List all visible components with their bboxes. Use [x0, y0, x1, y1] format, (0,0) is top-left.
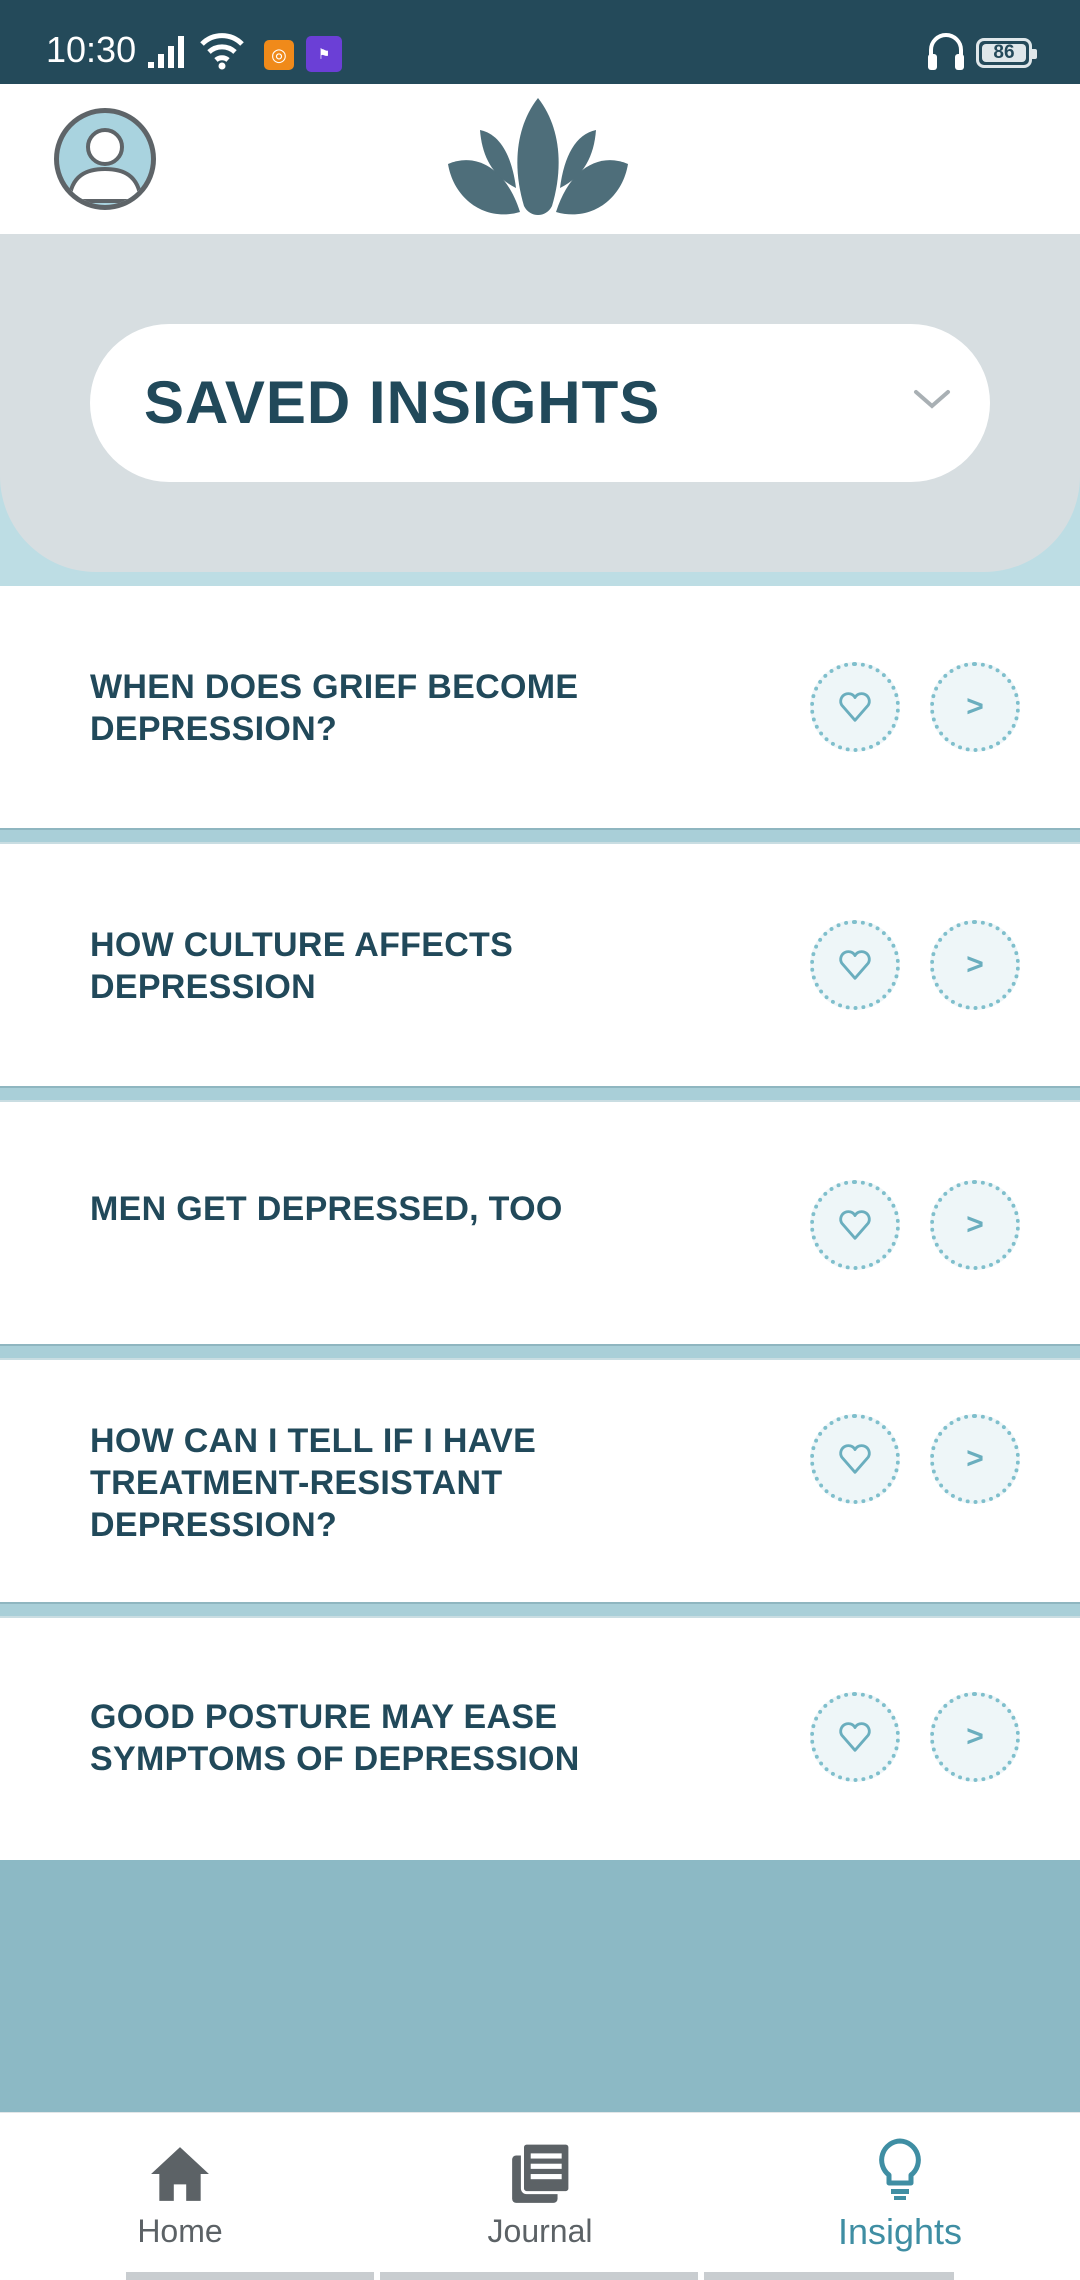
- favorite-button[interactable]: [810, 1414, 900, 1504]
- list-divider: [0, 1602, 1080, 1618]
- insight-title: GOOD POSTURE MAY EASE SYMPTOMS OF DEPRES…: [90, 1698, 580, 1778]
- battery-level: 86: [982, 43, 1026, 62]
- insight-title: MEN GET DEPRESSED, TOO: [90, 1190, 563, 1228]
- journal-icon: [512, 2141, 572, 2203]
- headset-icon: [928, 33, 964, 70]
- heart-icon: [839, 950, 871, 980]
- open-insight-button[interactable]: >: [930, 662, 1020, 752]
- app-notification-icon: ◎: [264, 40, 294, 70]
- chevron-right-icon: >: [966, 948, 984, 981]
- insight-title: HOW CAN I TELL IF I HAVE TREATMENT-RESIS…: [90, 1422, 537, 1544]
- open-insight-button[interactable]: >: [930, 920, 1020, 1010]
- status-time: 10:30: [46, 29, 137, 70]
- list-divider: [0, 1344, 1080, 1360]
- list-divider: [0, 1086, 1080, 1102]
- insight-card[interactable]: WHEN DOES GRIEF BECOME DEPRESSION? >: [0, 586, 1080, 828]
- nav-home-indicator: [126, 2272, 954, 2280]
- title-band: SAVED INSIGHTS: [0, 234, 1080, 586]
- favorite-button[interactable]: [810, 662, 900, 752]
- nav-label: Home: [137, 2213, 223, 2249]
- favorite-button[interactable]: [810, 1692, 900, 1782]
- lotus-logo-icon: [448, 98, 628, 215]
- insight-card[interactable]: HOW CAN I TELL IF I HAVE TREATMENT-RESIS…: [0, 1360, 1080, 1602]
- open-insight-button[interactable]: >: [930, 1414, 1020, 1504]
- chevron-down-icon: [914, 390, 950, 409]
- chevron-right-icon: >: [966, 1208, 984, 1241]
- section-dropdown[interactable]: SAVED INSIGHTS: [90, 324, 990, 482]
- bottom-nav: Home Journal Insights: [0, 2112, 1080, 2280]
- favorite-button[interactable]: [810, 920, 900, 1010]
- chevron-right-icon: >: [966, 1442, 984, 1475]
- lightbulb-icon: [879, 2138, 921, 2200]
- nav-item-insights[interactable]: Insights: [720, 2113, 1080, 2280]
- app-header: [0, 84, 1080, 234]
- dropdown-label: SAVED INSIGHTS: [144, 369, 661, 436]
- app-notification-icon: ⚑: [306, 36, 342, 72]
- app-screen: 10:30 ◎ ⚑ 86 SAVED INSIGHTS WHEN DOES GR…: [0, 0, 1080, 2280]
- nav-item-journal[interactable]: Journal: [360, 2113, 720, 2280]
- chevron-right-icon: >: [966, 690, 984, 723]
- favorite-button[interactable]: [810, 1180, 900, 1270]
- insights-list: WHEN DOES GRIEF BECOME DEPRESSION? > HOW…: [0, 586, 1080, 1860]
- insight-card[interactable]: GOOD POSTURE MAY EASE SYMPTOMS OF DEPRES…: [0, 1618, 1080, 1860]
- chevron-right-icon: >: [966, 1720, 984, 1753]
- open-insight-button[interactable]: >: [930, 1692, 1020, 1782]
- insight-card[interactable]: MEN GET DEPRESSED, TOO >: [0, 1102, 1080, 1344]
- list-footer-fill: [0, 1860, 1080, 2112]
- battery-icon: 86: [976, 38, 1037, 68]
- heart-icon: [839, 1444, 871, 1474]
- title-panel: SAVED INSIGHTS: [0, 234, 1080, 572]
- insight-title: HOW CULTURE AFFECTS DEPRESSION: [90, 926, 514, 1006]
- nav-label: Journal: [487, 2213, 593, 2249]
- status-bar: 10:30 ◎ ⚑ 86: [0, 0, 1080, 84]
- home-icon: [151, 2147, 209, 2201]
- user-avatar-icon: [66, 128, 144, 203]
- wifi-icon: [200, 33, 244, 70]
- insight-card[interactable]: HOW CULTURE AFFECTS DEPRESSION >: [0, 844, 1080, 1086]
- list-divider: [0, 828, 1080, 844]
- open-insight-button[interactable]: >: [930, 1180, 1020, 1270]
- heart-icon: [839, 1722, 871, 1752]
- nav-label: Insights: [837, 2211, 963, 2252]
- profile-avatar-button[interactable]: [54, 108, 156, 210]
- signal-icon: [148, 36, 184, 68]
- insight-title: WHEN DOES GRIEF BECOME DEPRESSION?: [90, 668, 579, 748]
- heart-icon: [839, 692, 871, 722]
- heart-icon: [839, 1210, 871, 1240]
- nav-item-home[interactable]: Home: [0, 2113, 360, 2280]
